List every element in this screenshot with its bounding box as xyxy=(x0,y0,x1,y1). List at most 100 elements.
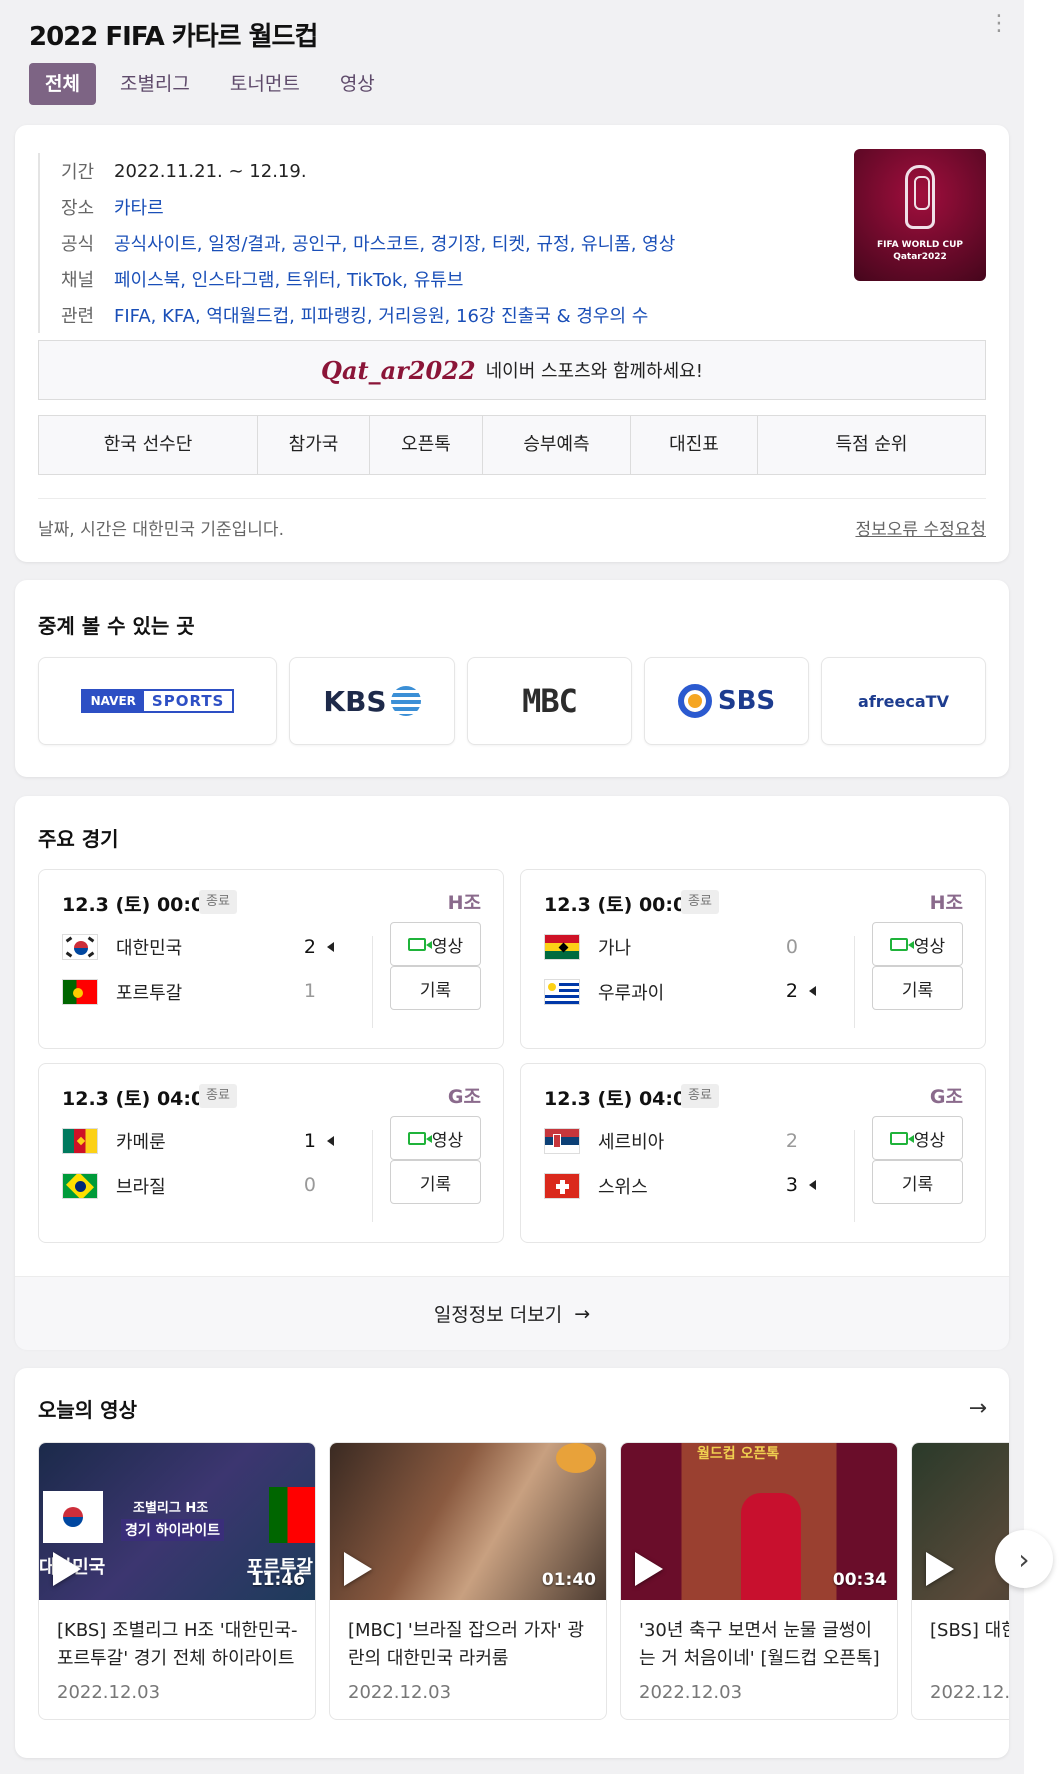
info-row-venue: 장소 카타르 xyxy=(61,189,675,225)
sbs-ring-icon xyxy=(677,684,712,718)
channel-kbs[interactable]: KBS xyxy=(289,657,455,745)
video-duration: 00:34 xyxy=(832,1570,887,1590)
info-label: 장소 xyxy=(61,198,95,219)
video-card[interactable]: 월드컵 오픈톡 00:34 '30년 축구 보면서 눈물 글썽이는 거 처음이네… xyxy=(620,1442,898,1720)
video-button[interactable]: 영상 xyxy=(390,922,481,966)
broadcast-card: 중계 볼 수 있는 곳 NAVER SPORTS KBS MBC SBS afr… xyxy=(15,580,1009,777)
winner-arrow-icon xyxy=(809,1180,816,1190)
group-label: G조 xyxy=(447,1086,481,1108)
channel-naver-sports[interactable]: NAVER SPORTS xyxy=(38,657,277,745)
kbs-ball-icon xyxy=(390,686,421,716)
video-card[interactable]: 조별리그 H조 경기 하이라이트 대한민국 포르투갈 11:46 [KBS] 조… xyxy=(38,1442,316,1720)
more-schedule-button[interactable]: 일정정보 더보기 → xyxy=(15,1276,1009,1350)
video-date: 2022.12.03 xyxy=(57,1682,161,1703)
video-thumbnail: 01:40 xyxy=(330,1443,606,1600)
video-button[interactable]: 영상 xyxy=(872,1116,963,1160)
tab-all[interactable]: 전체 xyxy=(29,63,96,105)
world-cup-emblem: FIFA WORLD CUP Qatar2022 xyxy=(854,149,986,281)
player-image xyxy=(741,1493,801,1600)
video-card[interactable]: [SBS] 대한민국 분 하이라이트 2022.12.03 xyxy=(911,1442,1009,1720)
video-button-label: 영상 xyxy=(431,1130,464,1151)
carousel-next-button[interactable]: › xyxy=(995,1530,1053,1588)
report-error-link[interactable]: 정보오류 수정요청 xyxy=(855,515,986,540)
quick-tab-bracket[interactable]: 대진표 xyxy=(631,416,758,474)
home-score: 0 xyxy=(785,936,798,958)
record-button[interactable]: 기록 xyxy=(390,1160,481,1204)
winner-arrow-icon xyxy=(327,1136,334,1146)
channel-mbc[interactable]: MBC xyxy=(467,657,632,745)
channel-sbs[interactable]: SBS xyxy=(644,657,809,745)
away-score: 2 xyxy=(785,980,798,1002)
video-date: 2022.12.03 xyxy=(348,1682,452,1703)
quick-tab-korea-squad[interactable]: 한국 선수단 xyxy=(39,416,258,474)
flag-cameroon-icon xyxy=(62,1128,98,1154)
arrow-right-icon[interactable]: → xyxy=(969,1396,987,1421)
info-link[interactable]: 페이스북, 인스타그램, 트위터, TikTok, 유튜브 xyxy=(114,266,463,292)
info-rows: 기간 2022.11.21. ~ 12.19. 장소 카타르 공식 공식사이트,… xyxy=(38,153,675,333)
naver-logo-text: NAVER xyxy=(82,691,144,711)
portugal-flag-image xyxy=(269,1487,315,1543)
tab-video[interactable]: 영상 xyxy=(324,63,391,105)
info-link[interactable]: 카타르 xyxy=(114,194,164,220)
status-badge: 종료 xyxy=(199,1084,237,1108)
korea-flag-image xyxy=(43,1491,103,1543)
mbc-logo: MBC xyxy=(522,682,578,720)
sbs-logo-text: SBS xyxy=(717,686,776,716)
divider xyxy=(372,936,373,1028)
match-time: 12.3 (토) 04:00 xyxy=(544,1088,700,1110)
info-row-related: 관련 FIFA, KFA, 역대월드컵, 피파랭킹, 거리응원, 16강 진출국… xyxy=(61,297,675,333)
matches-title: 주요 경기 xyxy=(38,827,119,851)
emblem-text: Qatar2022 xyxy=(893,252,947,262)
away-score: 3 xyxy=(785,1174,798,1196)
record-button[interactable]: 기록 xyxy=(872,966,963,1010)
info-link[interactable]: FIFA, KFA, 역대월드컵, 피파랭킹, 거리응원, 16강 진출국 & … xyxy=(114,302,648,328)
more-options-icon[interactable]: ⋮ xyxy=(988,13,1010,44)
flag-brazil-icon xyxy=(62,1173,98,1199)
quick-tab-prediction[interactable]: 승부예측 xyxy=(483,416,631,474)
naver-sports-logo: NAVER SPORTS xyxy=(80,689,235,713)
play-icon xyxy=(344,1552,372,1586)
sports-logo-text: SPORTS xyxy=(151,692,225,710)
video-date: 2022.12.03 xyxy=(639,1682,743,1703)
group-label: G조 xyxy=(929,1086,963,1108)
quick-tab-participants[interactable]: 참가국 xyxy=(258,416,370,474)
home-team: 대한민국 xyxy=(62,934,182,960)
channel-afreecatv[interactable]: afreecaTV xyxy=(821,657,986,745)
thumb-text: 경기 하이라이트 xyxy=(121,1519,225,1541)
arrow-right-icon: → xyxy=(574,1302,591,1325)
match-card: 12.3 (토) 04:00 종료 G조 세르비아 2 스위스 3 영상 기록 xyxy=(520,1063,986,1243)
flag-korea-icon xyxy=(62,934,98,960)
video-button[interactable]: 영상 xyxy=(390,1116,481,1160)
group-label: H조 xyxy=(929,892,963,914)
info-card: 기간 2022.11.21. ~ 12.19. 장소 카타르 공식 공식사이트,… xyxy=(15,125,1009,562)
divider xyxy=(854,936,855,1028)
tab-tournament[interactable]: 토너먼트 xyxy=(214,63,316,105)
video-title: [SBS] 대한민국 분 하이라이트 xyxy=(930,1620,1009,1641)
flag-uruguay-icon xyxy=(544,979,580,1005)
info-link[interactable]: 공식사이트, 일정/결과, 공인구, 마스코트, 경기장, 티켓, 규정, 유니… xyxy=(114,230,675,256)
record-button[interactable]: 기록 xyxy=(872,1160,963,1204)
promo-banner[interactable]: Qat_ar2022 네이버 스포츠와 함께하세요! xyxy=(38,340,986,400)
record-button[interactable]: 기록 xyxy=(390,966,481,1010)
divider xyxy=(38,498,986,499)
video-card[interactable]: 01:40 [MBC] '브라질 잡으러 가자' 광란의 대한민국 라커룸 20… xyxy=(329,1442,607,1720)
main-tabs: 전체 조별리그 토너먼트 영상 xyxy=(29,63,391,105)
quick-tab-opentalk[interactable]: 오픈톡 xyxy=(370,416,483,474)
away-team: 우루과이 xyxy=(544,979,664,1005)
status-badge: 종료 xyxy=(199,890,237,914)
info-row-official: 공식 공식사이트, 일정/결과, 공인구, 마스코트, 경기장, 티켓, 규정,… xyxy=(61,225,675,261)
videos-card: 오늘의 영상 → 조별리그 H조 경기 하이라이트 대한민국 포르투갈 11:4… xyxy=(15,1368,1009,1758)
video-camera-icon xyxy=(889,1131,914,1145)
emblem-text: FIFA WORLD CUP xyxy=(876,240,964,250)
quick-tab-top-scorers[interactable]: 득점 순위 xyxy=(758,416,985,474)
tab-group-stage[interactable]: 조별리그 xyxy=(104,63,206,105)
video-camera-icon xyxy=(407,1131,432,1145)
team-name: 우루과이 xyxy=(598,983,665,1004)
sbs-logo: SBS xyxy=(677,684,776,718)
match-card: 12.3 (토) 00:00 종료 H조 대한민국 2 포르투갈 1 영상 기록 xyxy=(38,869,504,1049)
play-icon xyxy=(53,1552,81,1586)
team-name: 스위스 xyxy=(598,1177,648,1198)
video-button[interactable]: 영상 xyxy=(872,922,963,966)
home-score: 2 xyxy=(303,936,316,958)
status-badge: 종료 xyxy=(681,890,719,914)
